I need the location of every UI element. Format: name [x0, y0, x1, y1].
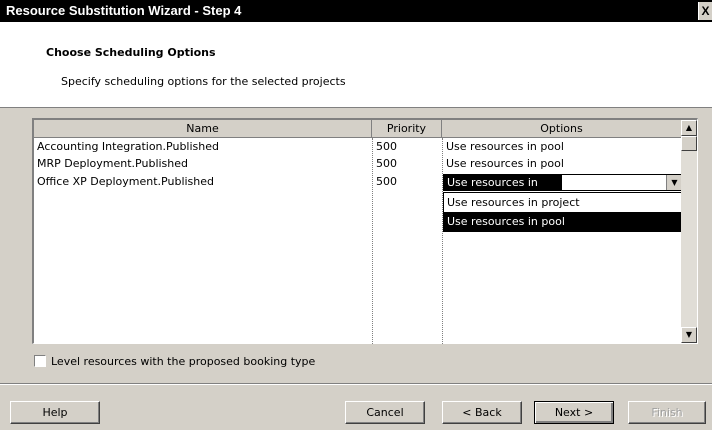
vertical-scrollbar[interactable]: ▲ ▼: [681, 120, 697, 343]
column-header-options[interactable]: Options: [442, 120, 682, 138]
level-resources-option[interactable]: Level resources with the proposed bookin…: [34, 355, 315, 368]
level-resources-label[interactable]: Level resources with the proposed bookin…: [51, 355, 315, 368]
combobox-selected-value[interactable]: Use resources in pool: [444, 175, 562, 204]
table-row-options[interactable]: Use resources in pool: [446, 140, 564, 153]
title-bar: Resource Substitution Wizard - Step 4 X: [0, 0, 712, 22]
table-row-priority[interactable]: 500: [376, 175, 397, 188]
finish-button: Finish: [628, 401, 706, 424]
help-button[interactable]: Help: [10, 401, 100, 424]
cancel-button[interactable]: Cancel: [345, 401, 425, 424]
column-divider: [442, 138, 443, 344]
options-dropdown-list[interactable]: Use resources in project Use resources i…: [443, 192, 683, 232]
column-header-name[interactable]: Name: [34, 120, 372, 138]
help-button-label: Help: [42, 406, 68, 419]
table-row-priority[interactable]: 500: [376, 157, 397, 170]
close-icon[interactable]: X: [698, 2, 712, 20]
window-title: Resource Substitution Wizard - Step 4: [6, 3, 242, 18]
projects-grid: Name Priority Options Accounting Integra…: [32, 118, 698, 344]
table-row-options[interactable]: Use resources in pool: [446, 157, 564, 170]
next-button[interactable]: Next >: [534, 401, 614, 424]
table-row-name[interactable]: MRP Deployment.Published: [37, 157, 188, 170]
next-button-label: Next >: [554, 406, 594, 419]
dropdown-option-pool[interactable]: Use resources in pool: [444, 212, 682, 231]
options-combobox[interactable]: Use resources in pool ▼: [443, 174, 683, 204]
footer-separator: [0, 383, 712, 385]
table-row-name[interactable]: Office XP Deployment.Published: [37, 175, 214, 188]
page-subtitle: Specify scheduling options for the selec…: [61, 75, 346, 88]
table-row-priority[interactable]: 500: [376, 140, 397, 153]
back-button[interactable]: < Back: [442, 401, 522, 424]
back-button-label: < Back: [462, 406, 502, 419]
column-divider: [372, 138, 373, 344]
scroll-thumb[interactable]: [681, 136, 697, 151]
table-row-name[interactable]: Accounting Integration.Published: [37, 140, 219, 153]
chevron-down-icon[interactable]: ▼: [666, 175, 682, 190]
level-resources-checkbox[interactable]: [34, 355, 46, 367]
dropdown-option-project[interactable]: Use resources in project: [444, 193, 682, 212]
wizard-header: Choose Scheduling Options Specify schedu…: [0, 22, 712, 108]
column-header-priority[interactable]: Priority: [372, 120, 442, 138]
cancel-button-label: Cancel: [366, 406, 404, 419]
page-heading: Choose Scheduling Options: [46, 46, 216, 59]
scroll-down-icon[interactable]: ▼: [681, 327, 697, 343]
finish-button-label: Finish: [651, 406, 683, 419]
scroll-up-icon[interactable]: ▲: [681, 120, 697, 136]
